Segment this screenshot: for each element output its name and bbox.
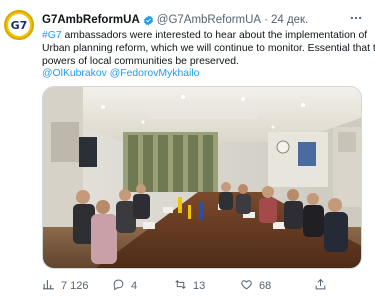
tweet-text-line-3: powers of local communities be preserved…	[42, 55, 239, 67]
avatar[interactable]: G7	[4, 10, 34, 40]
tweet-text-line-1: #G7 ambassadors were interested to hear …	[42, 30, 370, 43]
author-name[interactable]: G7AmbReformUA	[42, 14, 140, 26]
verified-badge-icon	[143, 14, 154, 26]
retweet-icon	[174, 278, 187, 294]
bar-chart-icon	[42, 278, 55, 294]
tweet-text-line-2: Urban planning reform, which we will con…	[42, 42, 375, 54]
mention-link[interactable]: @FedorovMykhailo	[110, 68, 200, 79]
share-button[interactable]	[314, 278, 327, 294]
hashtag-link[interactable]: #G7	[42, 30, 62, 41]
more-icon[interactable]	[346, 10, 366, 26]
heart-icon	[240, 278, 253, 294]
retweet-button[interactable]: 13	[174, 278, 205, 294]
avatar-logo: G7	[8, 14, 30, 36]
tweet: G7 G7AmbReformUA @G7AmbReformUA · 24 дек…	[0, 0, 375, 298]
reply-count: 4	[131, 280, 138, 292]
header-separator: ·	[264, 14, 268, 26]
tweet-header: G7AmbReformUA @G7AmbReformUA · 24 дек.	[42, 12, 342, 28]
views-count: 7 126	[61, 280, 89, 292]
tweet-photo[interactable]	[42, 86, 362, 269]
views-action[interactable]: 7 126	[42, 278, 89, 294]
tweet-text: #G7 ambassadors were interested to hear …	[42, 30, 375, 81]
tweet-actions: 7 126 4 13 68	[42, 278, 362, 294]
retweet-count: 13	[193, 280, 206, 292]
author-handle[interactable]: @G7AmbReformUA	[157, 14, 261, 26]
like-count: 68	[259, 280, 272, 292]
meeting-room-photo	[43, 87, 361, 268]
tweet-date[interactable]: 24 дек.	[271, 14, 308, 26]
mention-link[interactable]: @OlKubrakov	[42, 68, 107, 79]
share-icon	[314, 278, 327, 294]
like-button[interactable]: 68	[240, 278, 271, 294]
tweet-text-line-1-rest: ambassadors were interested to hear abou…	[61, 30, 368, 41]
tweet-text-line-4: @OlKubrakov @FedorovMykhailo	[42, 68, 370, 81]
reply-button[interactable]: 4	[112, 278, 137, 294]
reply-icon	[112, 278, 125, 294]
